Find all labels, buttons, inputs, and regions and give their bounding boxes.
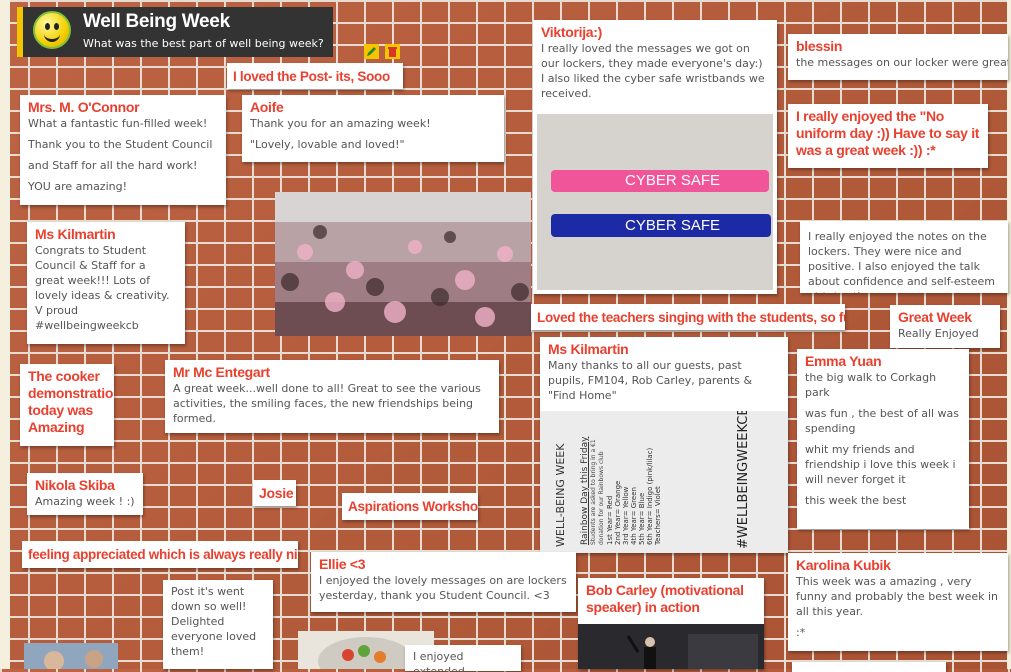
post-extended[interactable]: I enjoyed extended xyxy=(405,645,521,671)
people-image xyxy=(24,643,118,669)
post-line: this week the best xyxy=(805,494,907,507)
poster-title: WELL-BEING WEEK xyxy=(554,443,567,547)
post-body: Amazing week ! :) xyxy=(35,495,135,508)
post-title: Ellie <3 xyxy=(319,556,366,572)
poster-year: 3rd Year= Yellow xyxy=(622,486,630,545)
poster-year: 6th Year= Indigo (pink/lilac) xyxy=(646,447,654,545)
wristband-text: CYBER SAFE xyxy=(625,172,721,189)
speaker-photo[interactable] xyxy=(578,624,764,669)
post-title: Ms Kilmartin xyxy=(35,226,116,242)
post-title: I loved the Post- its, Sooo cute xyxy=(233,69,390,89)
post-title: Mr Mc Entegart xyxy=(173,364,270,380)
post-title: Loved the teachers singing with the stud… xyxy=(537,310,845,325)
wristband-photo[interactable]: CYBER SAFE CYBER SAFE xyxy=(537,114,773,290)
poster-year: 5th Year= Blue xyxy=(638,492,646,545)
post-appreciated[interactable]: feeling appreciated which is always real… xyxy=(22,541,298,568)
post-title: blessin xyxy=(796,38,843,54)
post-aoife[interactable]: Aoife Thank you for an amazing week! "Lo… xyxy=(242,95,504,162)
smiley-icon xyxy=(33,11,71,49)
post-body: Many thanks to all our guests, past pupi… xyxy=(548,359,753,402)
poster-heading: Rainbow Day this Friday xyxy=(580,436,590,545)
post-karolina[interactable]: Karolina Kubik This week was a amazing ,… xyxy=(788,553,1008,651)
post-kilmartin-2[interactable]: Ms Kilmartin Many thanks to all our gues… xyxy=(540,337,788,553)
pink-wristband: CYBER SAFE xyxy=(551,170,769,192)
post-partial[interactable] xyxy=(792,662,946,672)
crowd-image xyxy=(275,192,531,336)
post-body: I enjoyed extended xyxy=(413,650,465,671)
post-title: Karolina Kubik xyxy=(796,557,891,573)
post-line: whit my friends and friendship i love th… xyxy=(805,443,956,486)
trash-icon xyxy=(388,47,397,57)
post-title: Emma Yuan xyxy=(805,353,882,369)
post-line: was fun , the best of all was spending xyxy=(805,407,960,435)
post-body: A great week...well done to all! Great t… xyxy=(173,382,481,425)
post-title: Ms Kilmartin xyxy=(548,341,629,357)
post-mc-entegart[interactable]: Mr Mc Entegart A great week...well done … xyxy=(165,360,499,433)
post-body: I enjoyed the lovely messages on are loc… xyxy=(319,574,567,602)
post-body: I really loved the messages we got on ou… xyxy=(541,42,765,100)
post-title: I really enjoyed the "No uniform day :))… xyxy=(796,108,980,158)
wall-title: Well Being Week xyxy=(83,11,230,32)
post-title: Viktorija:) xyxy=(541,24,603,40)
post-body: the messages on our locker were great xyxy=(796,56,1008,69)
post-aspirations[interactable]: Aspirations Workshop xyxy=(342,493,478,520)
wall-subtitle: What was the best part of well being wee… xyxy=(83,37,324,50)
rainbow-poster-photo[interactable]: WELL-BEING WEEK Rainbow Day this Friday … xyxy=(540,411,788,553)
page-left-margin xyxy=(0,0,10,669)
poster-year: 2nd Year= Orange xyxy=(614,480,622,545)
post-teachers-singing[interactable]: Loved the teachers singing with the stud… xyxy=(531,304,845,330)
post-title: The cooker demonstration today was Amazi… xyxy=(28,368,114,435)
poster-note: Students are asked to bring in a €1 dona… xyxy=(590,439,605,545)
post-bob-carley[interactable]: Bob Carley (motivational speaker) in act… xyxy=(578,578,764,669)
post-kilmartin-1[interactable]: Ms Kilmartin Congrats to Student Council… xyxy=(27,222,185,344)
post-viktorija[interactable]: Viktorija:) I really loved the messages … xyxy=(533,20,777,294)
post-great-week[interactable]: Great Week Really Enjoyed xyxy=(890,305,1000,348)
wall-header: Well Being Week What was the best part o… xyxy=(17,7,333,57)
post-josie[interactable]: Josie xyxy=(253,480,296,506)
post-notes-lockers[interactable]: I really enjoyed the notes on the locker… xyxy=(800,221,1008,293)
post-blessin[interactable]: blessin the messages on our locker were … xyxy=(788,34,1008,80)
edit-post-button[interactable] xyxy=(364,44,379,59)
post-title: Aoife xyxy=(250,99,284,115)
speaker-image xyxy=(578,624,764,669)
pencil-icon xyxy=(367,47,376,56)
post-ellie[interactable]: Ellie <3 I enjoyed the lovely messages o… xyxy=(311,552,576,612)
post-body: I really enjoyed the notes on the locker… xyxy=(808,230,995,293)
post-line: YOU are amazing! xyxy=(28,180,127,193)
wristband-text: CYBER SAFE xyxy=(625,217,721,234)
post-line: and Staff for all the hard work! xyxy=(28,159,198,172)
post-body: Post it's went down so well! Delighted e… xyxy=(171,585,257,658)
poster-year: 1st Year= Red xyxy=(606,495,614,545)
post-line: What a fantastic fun-filled week! xyxy=(28,117,208,130)
people-photo[interactable] xyxy=(24,643,118,669)
crowd-photo[interactable] xyxy=(275,192,531,336)
post-emma-yuan[interactable]: Emma Yuan the big walk to Corkagh park w… xyxy=(797,349,969,529)
post-cooker[interactable]: The cooker demonstration today was Amazi… xyxy=(20,364,114,446)
post-body: Really Enjoyed xyxy=(898,327,979,340)
post-line: the big walk to Corkagh park xyxy=(805,371,937,399)
post-title: Aspirations Workshop xyxy=(348,499,478,514)
poster-year: 4th Year= Green xyxy=(630,487,638,545)
post-body: Congrats to Student Council & Staff for … xyxy=(35,244,170,332)
post-title: Mrs. M. O'Connor xyxy=(28,99,140,115)
blue-wristband: CYBER SAFE xyxy=(551,214,771,237)
post-went-down[interactable]: Post it's went down so well! Delighted e… xyxy=(163,580,273,669)
post-title: Bob Carley (motivational speaker) in act… xyxy=(586,582,744,615)
post-body: This week was a amazing , very funny and… xyxy=(796,575,999,618)
poster-year: Teachers= Violet xyxy=(654,486,662,545)
post-line: "Lovely, lovable and loved!" xyxy=(250,138,405,151)
post-title: Josie xyxy=(259,485,294,501)
post-line: Thank you for an amazing week! xyxy=(250,117,431,130)
post-title: Great Week xyxy=(898,309,972,325)
post-line: Thank you to the Student Council xyxy=(28,138,213,151)
delete-post-button[interactable] xyxy=(385,44,400,59)
poster-hashtag: #WELLBEINGWEEKCB xyxy=(736,411,751,549)
post-title: Nikola Skiba xyxy=(35,477,115,493)
post-post-its[interactable]: I loved the Post- its, Sooo cute xyxy=(227,63,403,89)
post-nikola[interactable]: Nikola Skiba Amazing week ! :) xyxy=(27,473,143,515)
post-oconnor[interactable]: Mrs. M. O'Connor What a fantastic fun-fi… xyxy=(20,95,226,205)
post-no-uniform[interactable]: I really enjoyed the "No uniform day :))… xyxy=(788,104,988,168)
post-extra: :* xyxy=(796,626,806,639)
post-title: feeling appreciated which is always real… xyxy=(28,547,298,562)
